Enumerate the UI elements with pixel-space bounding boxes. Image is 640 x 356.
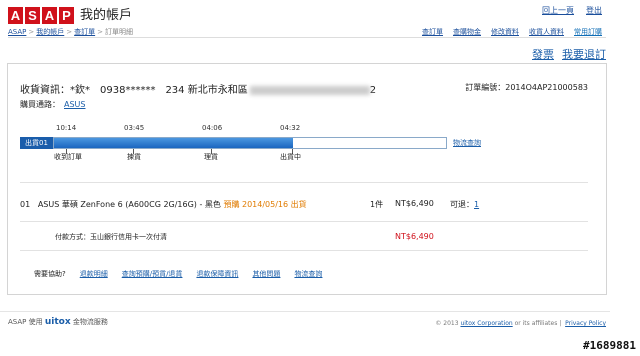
timeline-step: 出貨中 bbox=[280, 153, 301, 161]
order-number-value: 2014O4AP21000583 bbox=[505, 83, 588, 92]
item-quantity: 1件 bbox=[370, 200, 384, 209]
return-order-link[interactable]: 我要退訂 bbox=[562, 46, 606, 62]
recipient-text: 收貨資訊：*欽* 0938****** 234 新北市永和區 bbox=[20, 85, 248, 96]
top-links: 回上一頁 登出 bbox=[542, 5, 602, 16]
store-label: 購買通路： bbox=[20, 100, 60, 109]
recipient-suffix: 2 bbox=[369, 85, 377, 96]
divider bbox=[20, 182, 588, 183]
returnable-label: 可退： bbox=[450, 200, 474, 209]
preorder-query-link[interactable]: 查詢預購/預貨/退貨 bbox=[122, 269, 183, 279]
timeline-step: 理貨 bbox=[204, 153, 218, 161]
logo-letter: P bbox=[59, 7, 74, 24]
privacy-policy-link[interactable]: Privacy Policy bbox=[565, 320, 606, 327]
preorder-date: 預購 2014/05/16 出貨 bbox=[223, 200, 307, 209]
nav-credit[interactable]: 查購物金 bbox=[453, 27, 481, 37]
uitox-logo: uitox bbox=[44, 317, 71, 327]
order-detail-panel: 收貨資訊：*欽* 0938****** 234 新北市永和區 2 訂單編號：201… bbox=[7, 63, 607, 295]
shipment-progress-fill bbox=[54, 138, 294, 148]
help-links: 需要協助? 退款明細 查詢預購/預貨/退貨 退款保障資訊 其他問題 物流查詢 bbox=[34, 269, 322, 279]
footer-suffix: 金物流服務 bbox=[72, 318, 108, 326]
asap-logo[interactable]: A S A P bbox=[8, 7, 74, 24]
help-label: 需要協助? bbox=[34, 270, 66, 278]
footer-copyright: © 2013 uitox Corporation or its affiliat… bbox=[435, 320, 606, 327]
page-title: 我的帳戶 bbox=[80, 8, 133, 23]
order-actions: 發票 我要退訂 bbox=[532, 46, 606, 62]
store-link[interactable]: ASUS bbox=[64, 100, 85, 109]
timeline-step: 收到訂單 bbox=[54, 153, 82, 161]
account-nav: 查訂單 查購物金 修改資料 收貨人資料 常用訂購 bbox=[422, 27, 602, 37]
invoice-link[interactable]: 發票 bbox=[532, 46, 554, 62]
order-number-label: 訂單編號： bbox=[465, 83, 506, 92]
divider bbox=[20, 221, 588, 222]
logistics-link[interactable]: 物流查詢 bbox=[294, 269, 322, 279]
copyright-text: © 2013 bbox=[435, 320, 459, 327]
company-link[interactable]: uitox Corporation bbox=[460, 320, 512, 327]
footer-prefix: ASAP 使用 bbox=[8, 318, 43, 326]
logo-letter: A bbox=[42, 7, 57, 24]
breadcrumb-orders[interactable]: 查訂單 bbox=[74, 28, 95, 36]
order-total: NT$6,490 bbox=[395, 232, 434, 241]
nav-orders[interactable]: 查訂單 bbox=[422, 27, 443, 37]
other-questions-link[interactable]: 其他問題 bbox=[252, 269, 280, 279]
affiliates-text: or its affiliates bbox=[514, 320, 558, 327]
item-returnable: 可退：1 bbox=[450, 199, 479, 210]
footer-service: ASAP 使用 uitox 金物流服務 bbox=[8, 317, 108, 327]
item-index: 01 bbox=[20, 200, 31, 209]
divider bbox=[20, 250, 588, 251]
nav-frequent[interactable]: 常用訂購 bbox=[574, 27, 602, 37]
nav-recipients[interactable]: 收貨人資料 bbox=[529, 27, 564, 37]
timeline-time: 03:45 bbox=[124, 124, 145, 132]
order-item-row: 01 ASUS 華碩 ZenFone 6 (A600CG 2G/16G) - 黑… bbox=[20, 199, 307, 210]
nav-divider bbox=[8, 37, 606, 38]
refund-detail-link[interactable]: 退款明細 bbox=[80, 269, 108, 279]
back-link[interactable]: 回上一頁 bbox=[542, 5, 574, 16]
timeline-time: 04:32 bbox=[280, 124, 301, 132]
redacted-address bbox=[249, 85, 370, 95]
shipment-label: 出貨01 bbox=[20, 137, 53, 149]
refund-guarantee-link[interactable]: 退款保障資訊 bbox=[196, 269, 238, 279]
timeline-time: 04:06 bbox=[202, 124, 223, 132]
breadcrumb-current: 訂單明細 bbox=[105, 28, 133, 36]
watermark: #1689881 bbox=[583, 339, 636, 352]
timeline-time: 10:14 bbox=[56, 124, 77, 132]
order-number: 訂單編號：2014O4AP21000583 bbox=[465, 82, 588, 93]
logout-link[interactable]: 登出 bbox=[586, 5, 602, 16]
footer-divider bbox=[0, 311, 610, 312]
item-price: NT$6,490 bbox=[395, 199, 434, 208]
logo-letter: S bbox=[25, 7, 40, 24]
nav-profile[interactable]: 修改資料 bbox=[491, 27, 519, 37]
returnable-count-link[interactable]: 1 bbox=[474, 200, 479, 209]
timeline-step: 揀貨 bbox=[127, 153, 141, 161]
payment-method: 付款方式：玉山銀行信用卡一次付清 bbox=[55, 233, 167, 241]
store-info: 購買通路： ASUS bbox=[20, 99, 85, 110]
breadcrumb: ASAP > 我的帳戶 > 查訂單 > 訂單明細 bbox=[8, 28, 133, 36]
breadcrumb-home[interactable]: ASAP bbox=[8, 28, 26, 36]
logistics-query-link[interactable]: 物流查詢 bbox=[453, 138, 481, 148]
shipment-progress-bar bbox=[53, 137, 447, 149]
logo-letter: A bbox=[8, 7, 23, 24]
item-name: ASUS 華碩 ZenFone 6 (A600CG 2G/16G) - 黑色 bbox=[37, 200, 221, 209]
breadcrumb-account[interactable]: 我的帳戶 bbox=[36, 28, 64, 36]
recipient-info: 收貨資訊：*欽* 0938****** 234 新北市永和區 2 bbox=[20, 81, 376, 96]
